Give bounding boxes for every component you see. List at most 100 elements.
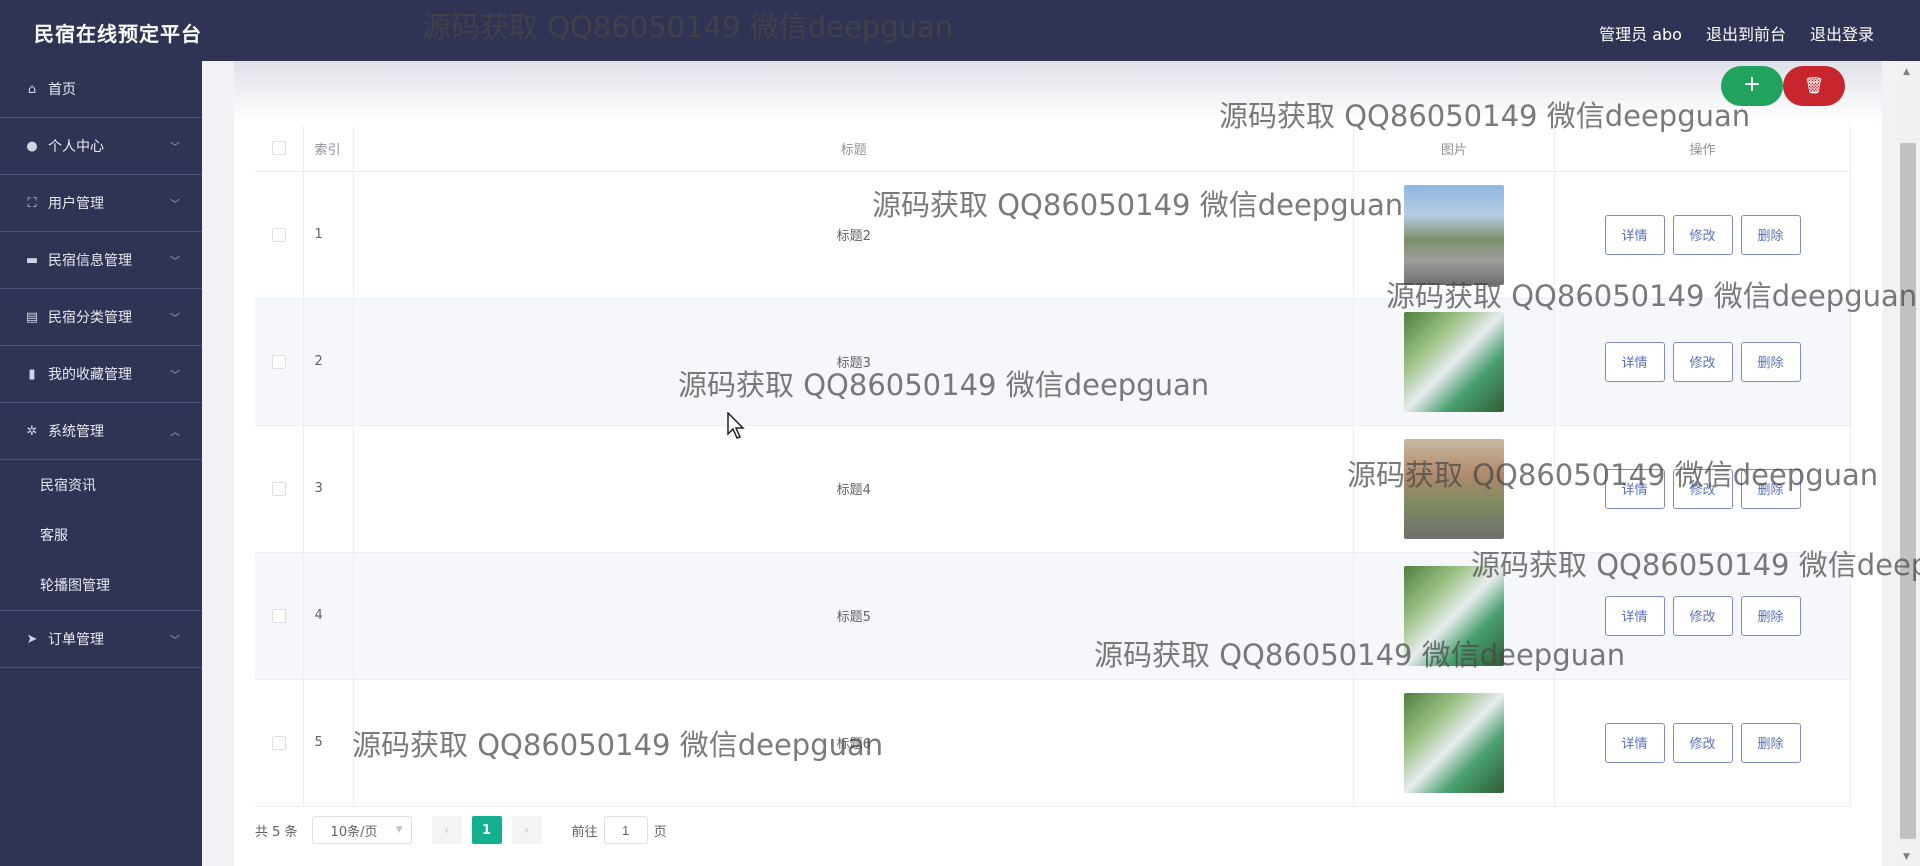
row-image [1404,438,1505,539]
top-bar: 民宿在线预定平台 管理员 abo 退出到前台 退出登录 [0,0,1920,61]
row-index: 1 [303,171,355,299]
detail-button[interactable]: 详情 [1604,595,1665,636]
exit-to-front-link[interactable]: 退出到前台 [1706,21,1786,45]
page-scrollbar[interactable]: ▲ ▼ [1896,61,1920,866]
table-row: 4 标题5 详情 修改 删除 [255,552,1851,680]
sidebar-item-home[interactable]: ⌂ 首页 [0,61,202,118]
row-index: 3 [303,425,355,553]
delete-button[interactable]: 删除 [1740,468,1801,509]
add-button[interactable]: + [1721,66,1783,106]
goto-page-input[interactable] [603,816,648,844]
chevron-down-icon: ﹀ [170,313,180,325]
sidebar-item-orders[interactable]: ➤ 订单管理 ﹀ [0,611,202,668]
scroll-thumb[interactable] [1900,143,1916,839]
chevron-down-icon: ﹀ [170,370,180,382]
detail-button[interactable]: 详情 [1604,341,1665,382]
paper-plane-icon: ➤ [26,631,38,647]
row-title: 标题3 [353,298,1355,426]
delete-button[interactable]: 删除 [1740,595,1801,636]
scroll-down-icon[interactable]: ▼ [1903,852,1910,862]
edit-button[interactable]: 修改 [1672,722,1733,763]
edit-button[interactable]: 修改 [1672,214,1733,255]
briefcase-icon: ▬ [25,252,39,268]
row-title: 标题2 [353,171,1355,299]
row-checkbox[interactable] [272,608,287,623]
row-image [1404,311,1505,412]
logout-link[interactable]: 退出登录 [1810,21,1874,45]
delete-selected-button[interactable]: 🗑 [1783,66,1845,106]
edit-button[interactable]: 修改 [1672,595,1733,636]
sidebar-item-label: 个人中心 [48,139,104,155]
sidebar-item-label: 我的收藏管理 [48,367,132,383]
detail-button[interactable]: 详情 [1604,722,1665,763]
header-index: 索引 [303,126,355,172]
user-icon: ● [26,138,38,154]
sidebar-item-favorites[interactable]: ▮ 我的收藏管理 ﹀ [0,346,202,403]
row-image [1404,692,1505,793]
row-checkbox[interactable] [272,735,287,750]
home-icon: ⌂ [27,81,37,97]
table-row: 2 标题3 详情 修改 删除 [255,298,1851,426]
goto-label: 前往 [571,824,598,840]
content-card: + 🗑 索引 标题 图片 操作 1 标题2 详情 修改 删除 2 标题3 详情 … [234,61,1882,866]
row-index: 4 [303,552,355,680]
sidebar-item-label: 系统管理 [48,424,104,440]
table-row: 1 标题2 详情 修改 删除 [255,171,1851,299]
page-number-current[interactable]: 1 [471,816,502,844]
system-submenu: 民宿资讯 客服 轮播图管理 [0,460,202,611]
page-size-select[interactable]: 10条/页 ▼ [311,816,412,844]
row-title: 标题4 [353,425,1355,553]
chevron-down-icon: ﹀ [170,142,180,154]
sidebar-item-label: 首页 [48,82,76,98]
delete-button[interactable]: 删除 [1740,214,1801,255]
edit-button[interactable]: 修改 [1672,341,1733,382]
sidebar-subitem-news[interactable]: 民宿资讯 [0,460,202,510]
row-checkbox[interactable] [272,354,287,369]
admin-name: 管理员 abo [1599,25,1682,44]
chevron-right-icon: › [523,822,530,838]
row-index: 5 [303,679,355,807]
sidebar-item-homestay-info[interactable]: ▬ 民宿信息管理 ﹀ [0,232,202,289]
delete-button[interactable]: 删除 [1740,722,1801,763]
scroll-up-icon[interactable]: ▲ [1903,67,1910,77]
row-checkbox[interactable] [272,227,287,242]
sidebar-subitem-service[interactable]: 客服 [0,510,202,560]
page-suffix: 页 [653,824,667,840]
table-row: 5 标题6 详情 修改 删除 [255,679,1851,807]
sidebar-item-system[interactable]: ✲ 系统管理 ︿ [0,403,202,460]
sidebar-item-users[interactable]: ⛶ 用户管理 ﹀ [0,175,202,232]
top-links: 管理员 abo 退出到前台 退出登录 [1599,21,1874,45]
trash-icon: 🗑 [1803,76,1825,95]
sidebar-item-profile[interactable]: ● 个人中心 ﹀ [0,118,202,175]
edit-button[interactable]: 修改 [1672,468,1733,509]
sidebar-item-label: 用户管理 [48,196,104,212]
clipboard-icon: ▤ [25,309,39,325]
row-checkbox[interactable] [272,481,287,496]
chevron-up-icon: ︿ [170,427,180,439]
chevron-down-icon: ﹀ [170,199,180,211]
mouse-cursor-icon [727,412,745,439]
next-page-button[interactable]: › [511,816,542,844]
sidebar-item-label: 订单管理 [48,632,104,648]
row-image [1404,184,1505,285]
prev-page-button[interactable]: ‹ [431,816,462,844]
detail-button[interactable]: 详情 [1604,468,1665,509]
table-row: 3 标题4 详情 修改 删除 [255,425,1851,553]
row-image [1404,565,1505,666]
bar-chart-icon: ▮ [28,366,36,382]
sidebar-item-homestay-category[interactable]: ▤ 民宿分类管理 ﹀ [0,289,202,346]
cog-icon: ✲ [26,423,38,439]
users-frame-icon: ⛶ [27,195,37,211]
header-ops: 操作 [1554,126,1851,172]
delete-button[interactable]: 删除 [1740,341,1801,382]
total-count: 共 5 条 [255,824,298,840]
sidebar-subitem-carousel[interactable]: 轮播图管理 [0,560,202,610]
header-title: 标题 [353,126,1355,172]
chevron-left-icon: ‹ [443,822,450,838]
select-all-checkbox[interactable] [272,141,287,156]
chevron-down-icon: ﹀ [170,635,180,647]
detail-button[interactable]: 详情 [1604,214,1665,255]
main-content: + 🗑 索引 标题 图片 操作 1 标题2 详情 修改 删除 2 标题3 详情 … [202,61,1896,866]
row-index: 2 [303,298,355,426]
row-title: 标题5 [353,552,1355,680]
